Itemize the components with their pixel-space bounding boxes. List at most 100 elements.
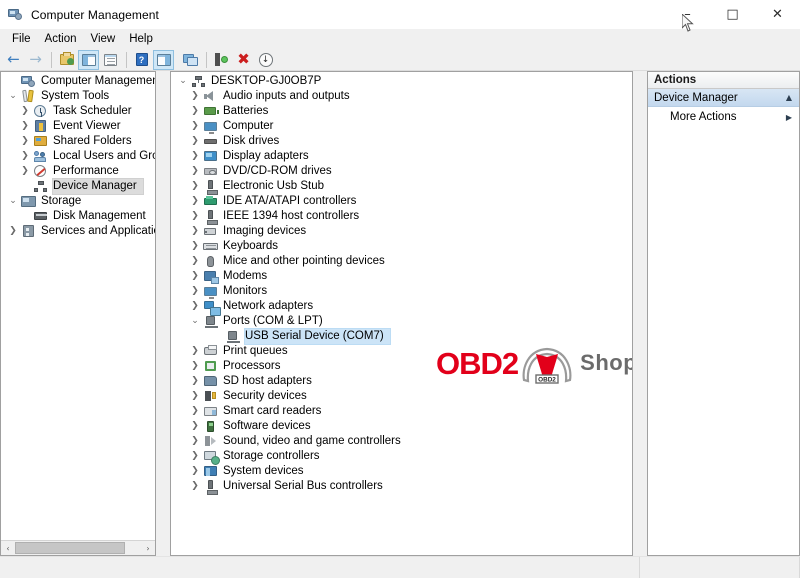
left-pane-splitter[interactable] <box>156 71 170 556</box>
menu-view[interactable]: View <box>84 31 123 48</box>
chevron-right-icon[interactable]: ❯ <box>187 269 203 284</box>
tree-item-disk-drives[interactable]: ❯ Disk drives <box>171 134 632 149</box>
tree-item-ports-com-lpt[interactable]: ⌄ Ports (COM & LPT) <box>171 314 632 329</box>
actions-group-device-manager[interactable]: Device Manager ▲ <box>648 89 799 107</box>
hscroll-right-arrow[interactable]: › <box>141 541 155 555</box>
chevron-right-icon[interactable]: ❯ <box>17 104 33 119</box>
chevron-down-icon[interactable]: ⌄ <box>175 74 191 89</box>
tree-item-security-devices[interactable]: ❯ Security devices <box>171 389 632 404</box>
chevron-down-icon[interactable]: ⌄ <box>187 314 203 329</box>
chevron-right-icon[interactable]: ❯ <box>17 149 33 164</box>
chevron-right-icon[interactable]: ❯ <box>187 164 203 179</box>
console-tree[interactable]: Computer Management (Local ⌄ System Tools ❯… <box>1 72 155 540</box>
chevron-right-icon[interactable]: ❯ <box>187 119 203 134</box>
tree-item-display-adapters[interactable]: ❯ Display adapters <box>171 149 632 164</box>
chevron-right-icon[interactable]: ❯ <box>17 164 33 179</box>
chevron-right-icon[interactable]: ❯ <box>187 299 203 314</box>
tree-item-audio-inputs-and-outputs[interactable]: ❯ Audio inputs and outputs <box>171 89 632 104</box>
device-tree[interactable]: ⌄ DESKTOP-GJ0OB7P ❯ Audio inputs and output… <box>171 74 632 495</box>
tree-item-dvd-cd-rom-drives[interactable]: ❯ DVD/CD-ROM drives <box>171 164 632 179</box>
chevron-right-icon[interactable]: ❯ <box>187 464 203 479</box>
chevron-right-icon[interactable]: ▶ <box>786 113 792 122</box>
tree-item-mice-and-other-pointing-devices[interactable]: ❯ Mice and other pointing devices <box>171 254 632 269</box>
forward-icon[interactable]: → <box>25 50 46 70</box>
hscroll-thumb[interactable] <box>15 542 125 554</box>
chevron-right-icon[interactable]: ❯ <box>187 89 203 104</box>
menu-help[interactable]: Help <box>122 31 160 48</box>
chevron-down-icon[interactable]: ⌄ <box>5 89 21 104</box>
chevron-right-icon[interactable]: ❯ <box>187 359 203 374</box>
chevron-right-icon[interactable]: ❯ <box>187 104 203 119</box>
tree-item-processors[interactable]: ❯ Processors <box>171 359 632 374</box>
tree-item-storage-controllers[interactable]: ❯ Storage controllers <box>171 449 632 465</box>
right-pane-splitter[interactable] <box>633 71 647 556</box>
chevron-right-icon[interactable]: ❯ <box>187 479 203 494</box>
minimize-button[interactable]: – <box>665 0 710 30</box>
tree-item-ide-ata-atapi-controllers[interactable]: ❯ IDE ATA/ATAPI controllers <box>171 194 632 209</box>
tree-item-desktop-gj0ob7p[interactable]: ⌄ DESKTOP-GJ0OB7P <box>171 74 632 89</box>
chevron-right-icon[interactable]: ❯ <box>187 239 203 254</box>
chevron-down-icon[interactable]: ⌄ <box>5 194 21 209</box>
tree-item-system-devices[interactable]: ❯ System devices <box>171 464 632 479</box>
chevron-right-icon[interactable]: ❯ <box>187 179 203 194</box>
close-button[interactable]: ✕ <box>755 0 800 30</box>
chevron-right-icon[interactable]: ❯ <box>187 419 203 434</box>
hscroll-left-arrow[interactable]: ‹ <box>1 541 15 555</box>
chevron-right-icon[interactable]: ❯ <box>187 209 203 224</box>
action-item-more-actions[interactable]: More Actions ▶ <box>648 107 799 127</box>
chevron-right-icon[interactable]: ❯ <box>187 284 203 299</box>
chevron-right-icon[interactable]: ❯ <box>187 344 203 359</box>
chevron-right-icon[interactable]: ❯ <box>187 434 203 449</box>
chevron-right-icon[interactable]: ❯ <box>187 149 203 164</box>
show-hide-console-tree-icon[interactable] <box>78 49 99 70</box>
properties-icon[interactable] <box>100 50 121 70</box>
tree-item-disk-management[interactable]: Disk Management <box>1 209 155 224</box>
tree-item-print-queues[interactable]: ❯ Print queues <box>171 344 632 359</box>
tree-item-performance[interactable]: ❯ Performance <box>1 164 155 179</box>
chevron-right-icon[interactable]: ❯ <box>5 224 21 239</box>
chevron-right-icon[interactable]: ❯ <box>187 374 203 389</box>
chevron-right-icon[interactable]: ❯ <box>187 194 203 209</box>
maximize-button[interactable]: □ <box>710 0 755 30</box>
chevron-right-icon[interactable]: ❯ <box>187 224 203 239</box>
tree-item-sd-host-adapters[interactable]: ❯ SD host adapters <box>171 374 632 389</box>
chevron-right-icon[interactable]: ❯ <box>17 134 33 149</box>
chevron-right-icon[interactable]: ❯ <box>17 119 33 134</box>
update-driver-icon[interactable]: ↓ <box>255 50 276 70</box>
tree-item-event-viewer[interactable]: ❯ Event Viewer <box>1 119 155 134</box>
tree-item-smart-card-readers[interactable]: ❯ Smart card readers <box>171 404 632 419</box>
tree-item-computer[interactable]: ❯ Computer <box>171 119 632 134</box>
tree-item-services-and-applications[interactable]: ❯ Services and Applications <box>1 224 155 239</box>
tree-item-ieee-1394-host-controllers[interactable]: ❯ IEEE 1394 host controllers <box>171 209 632 225</box>
tree-item-task-scheduler[interactable]: ❯ Task Scheduler <box>1 104 155 119</box>
menu-file[interactable]: File <box>5 31 38 48</box>
tree-item-keyboards[interactable]: ❯ Keyboards <box>171 239 632 254</box>
chevron-right-icon[interactable]: ❯ <box>187 134 203 149</box>
tree-item-monitors[interactable]: ❯ Monitors <box>171 284 632 299</box>
chevron-right-icon[interactable]: ❯ <box>187 389 203 404</box>
chevron-right-icon[interactable]: ❯ <box>187 254 203 269</box>
tree-item-device-manager[interactable]: Device Manager <box>1 178 155 195</box>
tree-item-local-users-and-groups[interactable]: ❯ Local Users and Groups <box>1 149 155 164</box>
tree-item-usb-serial-device-com7[interactable]: USB Serial Device (COM7) <box>171 328 632 345</box>
tree-item-network-adapters[interactable]: ❯ Network adapters <box>171 299 632 316</box>
tree-item-universal-serial-bus-controllers[interactable]: ❯ Universal Serial Bus controllers <box>171 479 632 495</box>
chevron-right-icon[interactable]: ❯ <box>187 404 203 419</box>
tree-item-system-tools[interactable]: ⌄ System Tools <box>1 89 155 104</box>
tree-item-imaging-devices[interactable]: ❯ Imaging devices <box>171 224 632 239</box>
chevron-right-icon[interactable]: ❯ <box>187 449 203 464</box>
tree-item-batteries[interactable]: ❯ Batteries <box>171 104 632 119</box>
device-view-icon[interactable] <box>180 50 201 70</box>
console-tree-hscrollbar[interactable]: ‹ › <box>1 540 155 555</box>
tree-item-shared-folders[interactable]: ❯ Shared Folders <box>1 134 155 149</box>
scan-for-hardware-changes-icon[interactable] <box>211 50 232 70</box>
uninstall-device-icon[interactable]: ✖ <box>233 50 254 70</box>
menu-action[interactable]: Action <box>38 31 84 48</box>
tree-item-computer-management-local[interactable]: Computer Management (Local <box>1 74 155 89</box>
up-one-level-icon[interactable] <box>56 50 77 70</box>
help-icon[interactable]: ? <box>131 50 152 70</box>
tree-item-modems[interactable]: ❯ Modems <box>171 269 632 284</box>
tree-item-sound-video-and-game-controllers[interactable]: ❯ Sound, video and game controllers <box>171 434 632 449</box>
chevron-up-icon[interactable]: ▲ <box>786 93 792 102</box>
tree-item-storage[interactable]: ⌄ Storage <box>1 194 155 209</box>
